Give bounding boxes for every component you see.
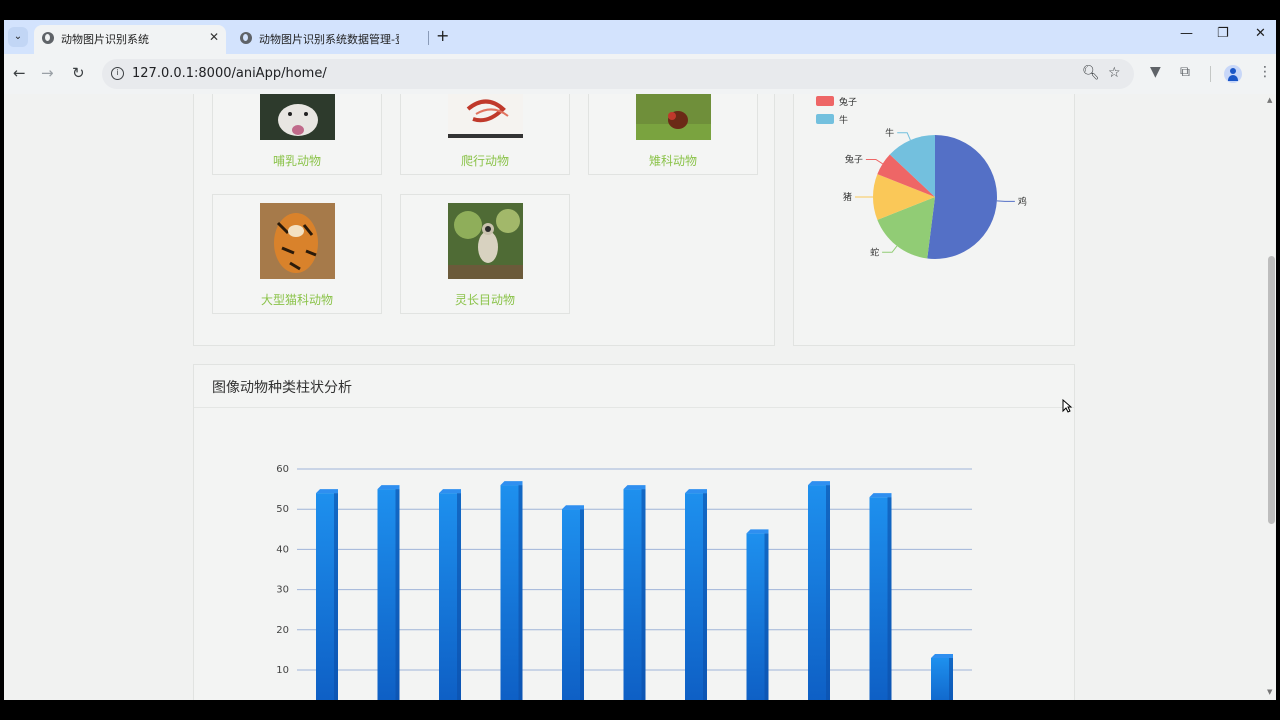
- y-tick-label: 50: [276, 504, 289, 515]
- url-text: 127.0.0.1:8000/aniApp/home/: [132, 66, 327, 81]
- bar-cap: [562, 505, 584, 510]
- bar-side-shade: [518, 485, 523, 700]
- bar-side-shade: [826, 485, 830, 700]
- rooster-photo: [636, 94, 711, 140]
- bar-side-shade: [641, 489, 646, 700]
- y-tick-label: 40: [276, 544, 289, 555]
- dog-photo: [260, 94, 335, 140]
- pie-label-line: [897, 132, 911, 141]
- pie-chart: 鸡蛇 猪 兔子 牛: [843, 127, 1027, 259]
- toolbar-separator: [1210, 66, 1211, 82]
- snake-photo: [448, 94, 523, 140]
- bar-side-shade: [949, 657, 953, 700]
- zoom-icon[interactable]: 🔍︎: [1082, 65, 1100, 81]
- globe-icon: [42, 32, 54, 44]
- bar-side-shade: [334, 493, 338, 700]
- tab-separator: [428, 31, 429, 45]
- reload-icon[interactable]: ↻: [72, 64, 85, 82]
- bar-cap: [316, 489, 338, 494]
- bar-side-shade: [580, 509, 584, 700]
- pie-slice-label: 猪: [843, 191, 852, 203]
- tab-home[interactable]: 动物图片识别系统 ✕: [34, 25, 226, 54]
- monkey-photo: [448, 203, 523, 279]
- bar-chart: 10 20 30 40 50 60: [276, 464, 972, 700]
- pie-slice[interactable]: [927, 135, 997, 259]
- browser-window: ⌄ 动物图片识别系统 ✕ 动物图片识别系统数据管理-登录 + — ❐ ✕ ← →…: [4, 20, 1276, 700]
- category-label: 哺乳动物: [272, 154, 321, 168]
- pie-label-line: [882, 245, 898, 253]
- bar-cap: [623, 485, 646, 490]
- bar-side-shade: [457, 493, 461, 700]
- category-label: 灵长目动物: [454, 293, 515, 307]
- page-scrollbar[interactable]: ▲ ▼: [1266, 94, 1276, 700]
- category-item[interactable]: 爬行动物: [400, 94, 570, 175]
- y-tick-label: 60: [276, 464, 289, 475]
- bar-cap: [746, 529, 769, 534]
- toolbar: ← → ↻ i 127.0.0.1:8000/aniApp/home/ 🔍︎ ☆…: [4, 54, 1276, 94]
- extension-v-icon[interactable]: ▼: [1150, 64, 1161, 80]
- minimize-icon[interactable]: —: [1180, 26, 1193, 41]
- site-info-icon[interactable]: i: [111, 67, 124, 80]
- tab-strip: ⌄ 动物图片识别系统 ✕ 动物图片识别系统数据管理-登录 + — ❐ ✕: [4, 20, 1276, 54]
- bar-cap: [685, 489, 707, 494]
- category-item[interactable]: 雉科动物: [588, 94, 758, 175]
- address-bar[interactable]: i 127.0.0.1:8000/aniApp/home/ 🔍︎ ☆: [102, 59, 1134, 89]
- bar-side-shade: [887, 497, 892, 700]
- bar-side-shade: [764, 533, 769, 700]
- globe-icon: [240, 32, 252, 44]
- new-tab-button[interactable]: +: [436, 26, 449, 45]
- pie-label-line: [865, 158, 883, 165]
- pie-slice-label: 兔子: [845, 153, 863, 165]
- pie-chart-card: 兔子 牛 鸡蛇 猪 兔子 牛: [793, 94, 1075, 346]
- pie-slice-label: 牛: [885, 127, 894, 139]
- window-close-icon[interactable]: ✕: [1255, 26, 1266, 41]
- bar-cap: [808, 481, 830, 486]
- y-tick-label: 30: [276, 585, 289, 596]
- tab-search-button[interactable]: ⌄: [8, 27, 28, 47]
- y-tick-label: 10: [276, 665, 289, 676]
- bookmark-star-icon[interactable]: ☆: [1108, 65, 1121, 81]
- bar-cap: [500, 481, 523, 486]
- pie-label-line: [996, 200, 1015, 202]
- category-item[interactable]: 灵长目动物: [400, 194, 570, 314]
- restore-icon[interactable]: ❐: [1217, 26, 1229, 41]
- bar-cap: [869, 493, 892, 498]
- extensions-puzzle-icon[interactable]: ⧉: [1180, 64, 1190, 80]
- category-item[interactable]: 大型猫科动物: [212, 194, 382, 314]
- bar-cap: [377, 485, 400, 490]
- mouse-cursor-icon: [1062, 398, 1073, 417]
- category-label: 爬行动物: [460, 154, 509, 168]
- back-icon[interactable]: ←: [13, 64, 26, 82]
- profile-avatar-icon[interactable]: [1224, 65, 1242, 83]
- screen: ⌄ 动物图片识别系统 ✕ 动物图片识别系统数据管理-登录 + — ❐ ✕ ← →…: [0, 0, 1280, 720]
- tiger-photo: [260, 203, 335, 279]
- bar-cap: [931, 653, 953, 658]
- category-card: 哺乳动物 爬行动物 雉科动物 大型猫科动物 灵长目动物: [193, 94, 775, 346]
- category-label: 大型猫科动物: [260, 293, 333, 307]
- close-icon[interactable]: ✕: [209, 30, 219, 44]
- page-viewport: 哺乳动物 爬行动物 雉科动物 大型猫科动物 灵长目动物 兔子 牛 鸡 蛇 猪 兔…: [4, 94, 1276, 700]
- scrollbar-thumb[interactable]: [1268, 256, 1275, 524]
- menu-icon[interactable]: ⋮: [1258, 64, 1272, 80]
- scroll-up-icon[interactable]: ▲: [1267, 96, 1272, 104]
- bar-chart-card: 图像动物种类柱状分析 10 20 30 40 50 60: [193, 364, 1075, 700]
- forward-icon[interactable]: →: [41, 64, 54, 82]
- bar-side-shade: [395, 489, 400, 700]
- tab-title: 动物图片识别系统数据管理-登录: [259, 33, 399, 46]
- scroll-down-icon[interactable]: ▼: [1267, 688, 1272, 696]
- pie-slice-label: 鸡: [1018, 195, 1027, 207]
- pie-slice-label: 蛇: [870, 246, 879, 258]
- bar-cap: [439, 489, 461, 494]
- y-tick-label: 20: [276, 625, 289, 636]
- tab-admin-login[interactable]: 动物图片识别系统数据管理-登录: [232, 25, 424, 54]
- category-item[interactable]: 哺乳动物: [212, 94, 382, 175]
- tab-title: 动物图片识别系统: [61, 33, 149, 46]
- bar-side-shade: [703, 493, 707, 700]
- category-label: 雉科动物: [648, 154, 697, 168]
